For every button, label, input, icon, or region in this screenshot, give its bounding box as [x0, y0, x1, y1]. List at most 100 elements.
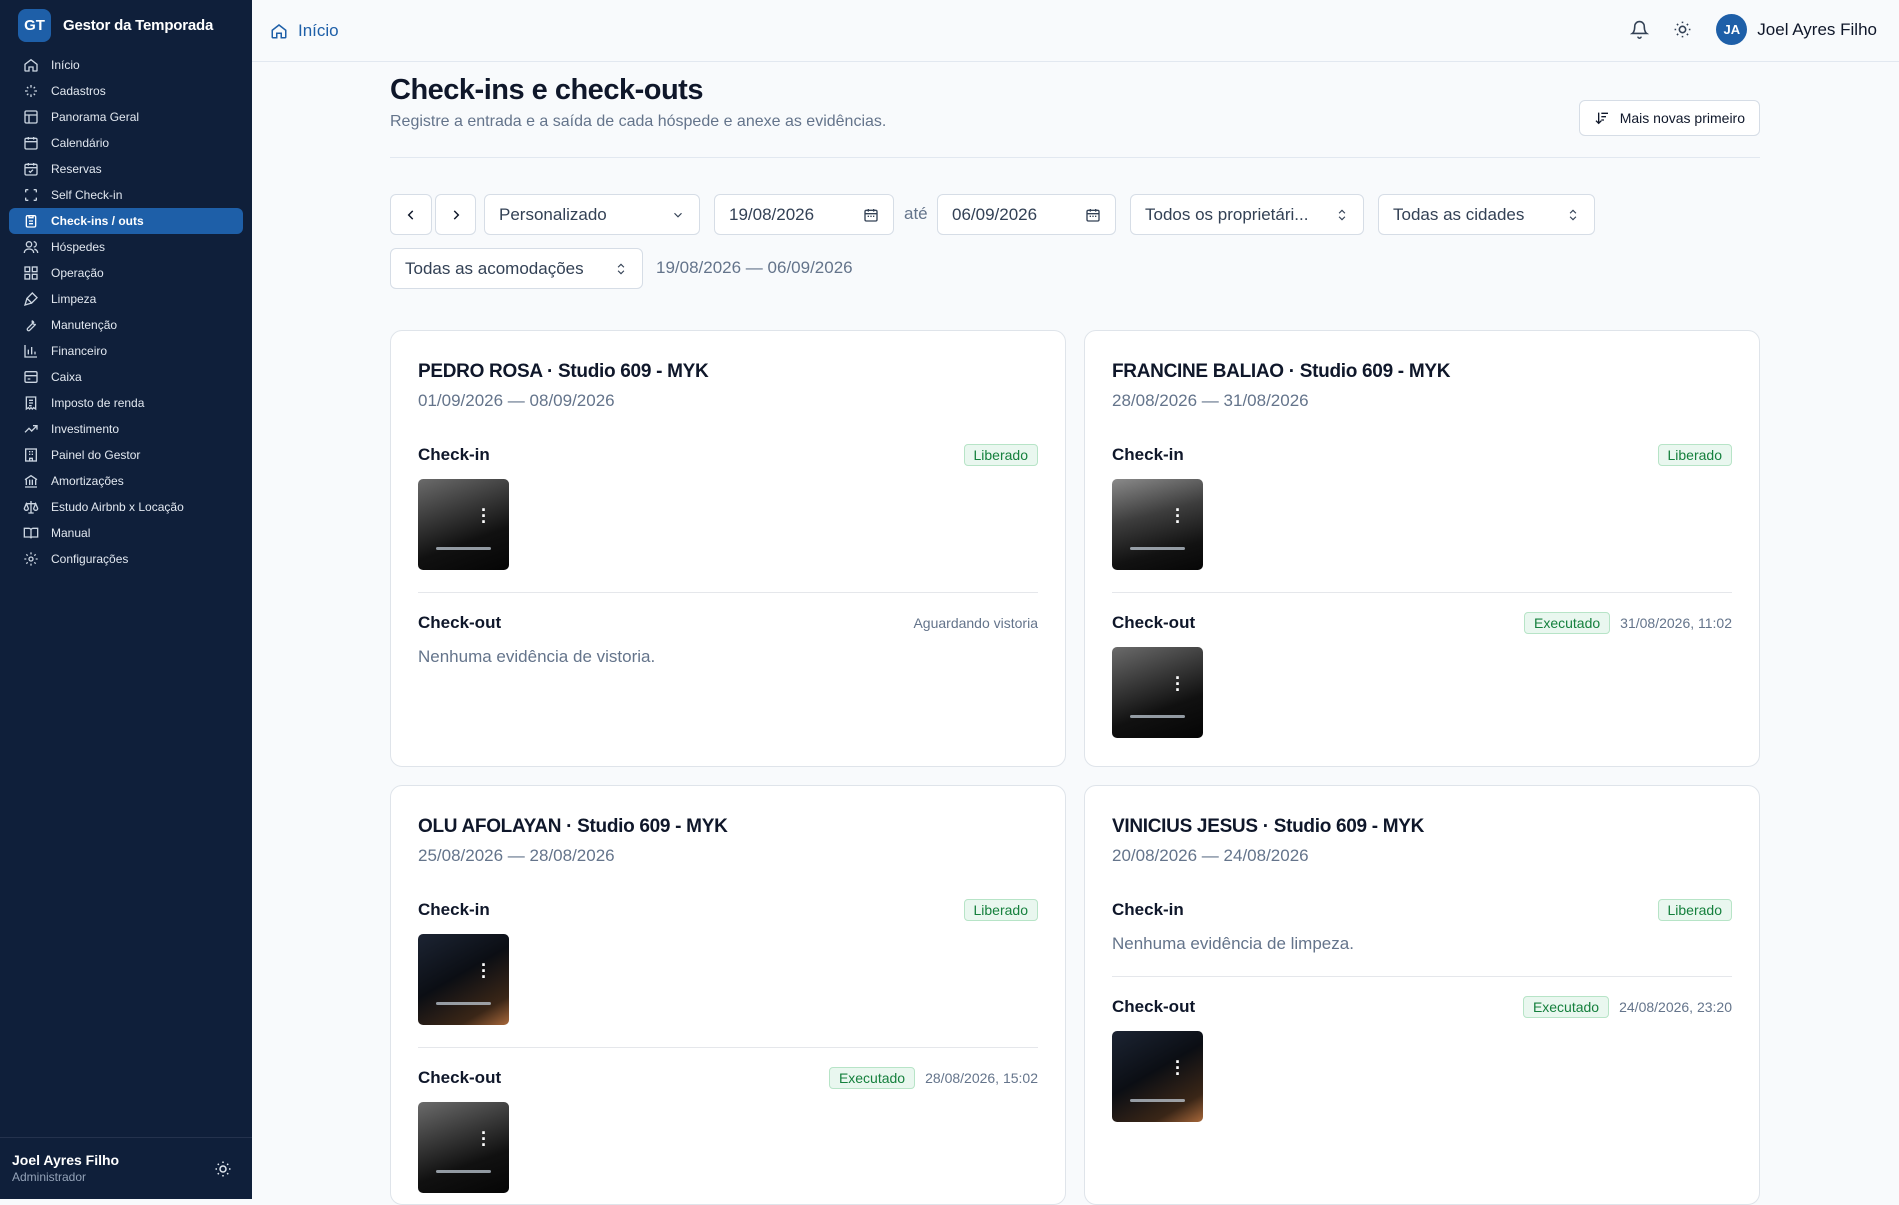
sidebar-item-label: Operação [51, 266, 104, 280]
sort-button[interactable]: Mais novas primeiro [1578, 100, 1760, 136]
chevrons-up-down-icon [617, 263, 625, 274]
status-badge: Liberado [963, 899, 1038, 921]
sidebar-item-limpeza[interactable]: Limpeza [9, 286, 243, 312]
evidence-thumbnail[interactable]: · · · [418, 934, 509, 1025]
layout-icon [24, 110, 38, 124]
page-subtitle: Registre a entrada e a saída de cada hós… [390, 113, 887, 130]
video-progress [1130, 715, 1185, 718]
status-badge: Liberado [963, 444, 1038, 466]
stay-card: OLU AFOLAYAN · Studio 609 - MYK 25/08/20… [390, 785, 1066, 1205]
card-title[interactable]: OLU AFOLAYAN · Studio 609 - MYK [418, 816, 1038, 838]
sort-icon [1595, 112, 1608, 125]
section-divider [1112, 976, 1732, 977]
sidebar-item-financeiro[interactable]: Financeiro [9, 338, 243, 364]
sidebar-item-label: Manual [51, 526, 91, 540]
sidebar-item-caixa[interactable]: Caixa [9, 364, 243, 390]
sidebar-item-painel[interactable]: Painel do Gestor [9, 442, 243, 468]
status-badge: Executado [1522, 996, 1610, 1018]
avatar[interactable]: JA [1716, 14, 1748, 45]
prev-period-button[interactable] [390, 194, 432, 235]
checkin-section: Check-in Liberado · · · [1112, 443, 1732, 570]
period-select[interactable]: Personalizado [484, 194, 700, 235]
sidebar-item-imposto[interactable]: Imposto de renda [9, 390, 243, 416]
sidebar-user-name: Joel Ayres Filho [12, 1152, 120, 1168]
date-range-summary: 19/08/2026 — 06/09/2026 [656, 258, 853, 277]
units-select[interactable]: Todas as acomodações [390, 248, 643, 289]
cities-select[interactable]: Todas as cidades [1378, 194, 1595, 235]
card-title[interactable]: PEDRO ROSA · Studio 609 - MYK [418, 361, 1038, 383]
sidebar-item-label: Cadastros [51, 84, 106, 98]
evidence-thumbnail[interactable]: · · · [1112, 1031, 1203, 1122]
trending-up-icon [24, 425, 38, 433]
sidebar-item-panorama[interactable]: Panorama Geral [9, 104, 243, 130]
sidebar-item-self-checkin[interactable]: Self Check-in [9, 182, 243, 208]
video-progress [436, 1002, 491, 1005]
app-logo: GT [18, 8, 51, 42]
sidebar-item-reservas[interactable]: Reservas [9, 156, 243, 182]
sidebar-item-hospedes[interactable]: Hóspedes [9, 234, 243, 260]
empty-evidence: Nenhuma evidência de vistoria. [418, 647, 656, 666]
next-period-button[interactable] [435, 194, 476, 235]
wrench-icon [26, 320, 37, 332]
date-from-value: 19/08/2026 [729, 204, 815, 224]
sidebar-item-label: Investimento [51, 422, 120, 436]
video-progress [436, 547, 491, 550]
section-divider [1112, 592, 1732, 593]
evidence-thumbnail[interactable]: · · · [418, 1102, 509, 1193]
gear-icon [24, 552, 38, 566]
sidebar-item-operacao[interactable]: Operação [9, 260, 243, 286]
scale-icon [23, 501, 39, 514]
receipt-icon [25, 396, 37, 411]
chevron-right-icon [453, 209, 459, 220]
card-title[interactable]: FRANCINE BALIAO · Studio 609 - MYK [1112, 361, 1732, 383]
sun-icon[interactable] [1673, 20, 1692, 39]
brand[interactable]: GT Gestor da Temporada [0, 0, 252, 50]
checkout-section: Check-out Executado 28/08/2026, 15:02 · · · [418, 1066, 1038, 1193]
checkin-label: Check-in [1112, 445, 1184, 464]
checkin-label: Check-in [418, 900, 490, 919]
evidence-thumbnail[interactable]: · · · [418, 479, 509, 570]
card-title[interactable]: VINICIUS JESUS · Studio 609 - MYK [1112, 816, 1732, 838]
sidebar-item-manual[interactable]: Manual [9, 520, 243, 546]
checkout-section: Check-out Executado 31/08/2026, 11:02 · · · [1112, 611, 1732, 738]
evidence-thumbnail[interactable]: · · · [1112, 647, 1203, 738]
sidebar-item-label: Reservas [51, 162, 102, 176]
evidence-thumbnail[interactable]: · · · [1112, 479, 1203, 570]
sidebar-item-amortizacoes[interactable]: Amortizações [9, 468, 243, 494]
sidebar-item-checkins[interactable]: Check-ins / outs [9, 208, 243, 234]
sidebar-item-configuracoes[interactable]: Configurações [9, 546, 243, 572]
date-from-input[interactable]: 19/08/2026 [714, 194, 894, 235]
header-divider [390, 157, 1760, 158]
topbar-user-name[interactable]: Joel Ayres Filho [1757, 20, 1877, 40]
sidebar-item-label: Caixa [51, 370, 82, 384]
sidebar-item-label: Estudo Airbnb x Locação [51, 500, 184, 514]
calendar-icon [24, 137, 38, 150]
building-icon [25, 448, 37, 462]
sidebar-item-estudo[interactable]: Estudo Airbnb x Locação [9, 494, 243, 520]
calendar-icon[interactable] [863, 207, 879, 223]
checkout-status: Aguardando vistoria [913, 615, 1038, 631]
date-to-input[interactable]: 06/09/2026 [937, 194, 1116, 235]
sidebar-item-label: Painel do Gestor [51, 448, 141, 462]
chevron-down-icon [674, 212, 682, 218]
sidebar-item-manutencao[interactable]: Manutenção [9, 312, 243, 338]
sidebar-item-label: Calendário [51, 136, 110, 150]
sidebar-item-inicio[interactable]: Início [9, 52, 243, 78]
breadcrumb[interactable]: Início [270, 21, 339, 41]
calendar-icon[interactable] [1085, 207, 1101, 223]
sun-icon[interactable] [214, 1160, 232, 1178]
sidebar-item-label: Início [51, 58, 80, 72]
home-icon [271, 24, 287, 39]
owners-select[interactable]: Todos os proprietári... [1130, 194, 1364, 235]
chevrons-up-down-icon [1569, 209, 1577, 220]
until-label: até [904, 204, 928, 223]
sidebar-user[interactable]: Joel Ayres Filho Administrador [0, 1137, 252, 1199]
bell-icon[interactable] [1630, 20, 1650, 39]
breadcrumb-label: Início [298, 21, 339, 40]
app-name: Gestor da Temporada [63, 16, 214, 34]
sidebar-item-calendario[interactable]: Calendário [9, 130, 243, 156]
sidebar-item-investimento[interactable]: Investimento [9, 416, 243, 442]
sidebar-item-cadastros[interactable]: Cadastros [9, 78, 243, 104]
grid-icon [24, 266, 38, 280]
stay-card: PEDRO ROSA · Studio 609 - MYK 01/09/2026… [390, 330, 1066, 767]
